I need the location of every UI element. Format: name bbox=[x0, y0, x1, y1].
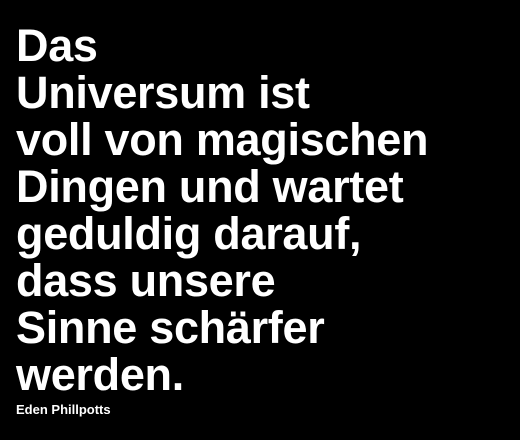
quote-line: Sinne schärfer bbox=[16, 302, 325, 353]
quote-line: Dingen und wartet bbox=[16, 161, 404, 212]
quote-text: Das Universum ist voll von magischen Din… bbox=[16, 20, 429, 400]
quote-line: Das bbox=[16, 20, 98, 71]
quote-line: werden. bbox=[16, 349, 184, 400]
quote-author: Eden Phillpotts bbox=[16, 402, 111, 417]
quote-line: Universum ist bbox=[16, 67, 310, 118]
quote-line: voll von magischen bbox=[16, 114, 429, 165]
quote-line: dass unsere bbox=[16, 255, 276, 306]
quote-line: geduldig darauf, bbox=[16, 208, 362, 259]
quote-card: Das Universum ist voll von magischen Din… bbox=[0, 0, 520, 440]
